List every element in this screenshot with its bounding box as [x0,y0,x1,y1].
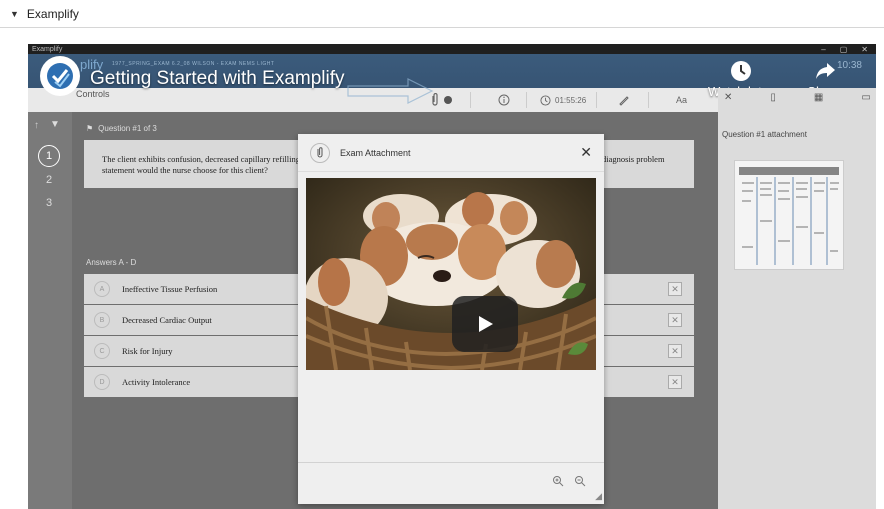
arrow-hint-icon [347,78,434,104]
question-counter: Question #1 of 3 [98,124,157,133]
panel-close-icon[interactable]: ✕ [724,92,732,103]
document-thumbnail-icon [739,167,839,265]
filter-icon[interactable]: ▼ [50,119,60,130]
pencil-icon [619,96,629,106]
panel-attachment-icon[interactable]: ▯ [770,92,776,103]
eliminate-icon[interactable]: ✕ [668,282,682,296]
play-icon [479,316,493,332]
highlighter-tool[interactable] [618,90,630,110]
modal-title: Exam Attachment [340,148,411,158]
window-title: Examplify [32,45,63,53]
answer-letter: D [94,374,110,390]
info-icon [498,94,510,106]
clock-icon [540,94,551,106]
maximize-icon[interactable]: ▢ [840,45,848,54]
answers-label: Answers A - D [86,258,137,267]
modal-close-icon[interactable]: ✕ [580,144,592,161]
question-text-tail: diagnosis problem [602,154,665,164]
window-controls: – ▢ ✕ [821,44,868,54]
disclosure-label: Examplify [26,6,79,21]
eliminate-icon[interactable]: ✕ [668,375,682,389]
question-nav-2[interactable]: 2 [38,169,60,191]
clipboard-icon[interactable]: ▭ [861,92,870,103]
video-title[interactable]: Getting Started with Examplify [90,68,345,90]
answer-text: Decreased Cardiac Output [122,315,212,325]
question-header: ⚑ Question #1 of 3 [86,124,157,133]
modal-header: Exam Attachment ✕ [298,134,604,172]
share-arrow-icon [815,63,835,79]
question-rail: ↑ ▼ 1 2 3 [28,112,72,509]
resize-handle-icon[interactable]: ◢ [595,491,602,502]
video-player[interactable]: Examplify – ▢ ✕ plify 1977_SPRING_EXAM 6… [28,44,876,509]
eliminate-icon[interactable]: ✕ [668,344,682,358]
clock-icon [730,61,751,81]
calculator-icon[interactable]: ▦ [814,92,823,103]
attachment-panel: ✕ ▯ ▦ ▭ Question #1 attachment [718,88,876,509]
up-arrow-icon[interactable]: ↑ [34,120,39,131]
answer-letter: C [94,343,110,359]
attachment-panel-title: Question #1 attachment [722,130,807,139]
close-window-icon[interactable]: ✕ [861,45,868,54]
timer-readout: 01:55:26 [555,95,587,105]
answer-letter: B [94,312,110,328]
zoom-out-icon[interactable] [574,475,586,490]
caret-down-icon: ▼ [10,8,19,19]
exam-attachment-modal: Exam Attachment ✕ ◢ [298,134,604,504]
exam-name: 1977_SPRING_EXAM 6.2_08 WILSON - EXAM NE… [112,61,275,67]
timer-tool[interactable]: 01:55:26 [540,90,586,110]
attachment-thumbnail[interactable] [734,160,844,270]
answer-text: Risk for Injury [122,346,173,356]
zoom-in-icon[interactable] [552,475,564,490]
info-tool[interactable] [498,90,510,110]
examplify-logo-icon [47,63,73,89]
question-nav-3[interactable]: 3 [38,192,60,214]
modal-footer: ◢ [298,462,604,504]
eliminate-icon[interactable]: ✕ [668,313,682,327]
attachment-image[interactable] [306,178,596,370]
font-size-tool[interactable]: Aa [676,90,687,110]
question-nav-1[interactable]: 1 [38,145,60,167]
answer-text: Ineffective Tissue Perfusion [122,284,218,294]
minimize-icon[interactable]: – [821,45,825,54]
paperclip-icon [310,143,330,163]
channel-logo[interactable] [40,56,80,96]
answer-text: Activity Intolerance [122,377,191,387]
window-titlebar: Examplify [28,44,876,54]
flag-icon[interactable]: ⚑ [86,124,93,133]
controls-menu[interactable]: Controls [76,89,110,99]
examplify-disclosure[interactable]: ▼ Examplify [0,0,884,28]
puppies-photo [306,178,596,370]
badge-dot-icon [444,96,452,104]
play-button[interactable] [452,296,518,352]
answer-letter: A [94,281,110,297]
